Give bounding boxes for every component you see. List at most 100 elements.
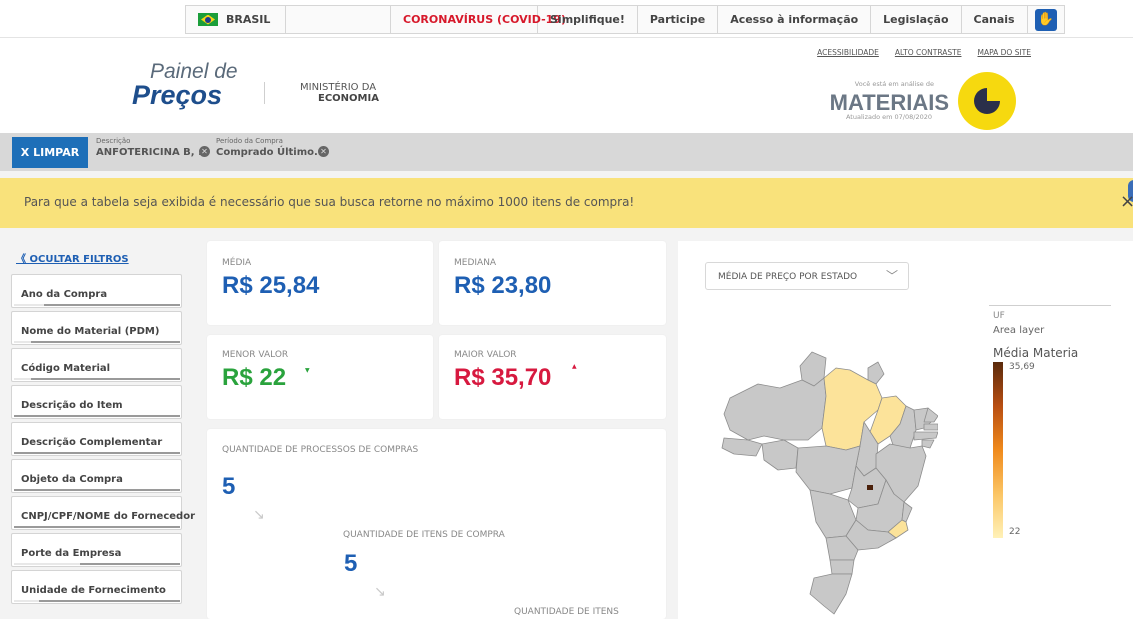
remove-chip-icon[interactable]: ✕ xyxy=(199,146,210,157)
filter-item-label: Descrição do Item xyxy=(21,400,123,411)
qty-processos-value: 5 xyxy=(222,473,236,500)
topbar-libras[interactable]: ✋ xyxy=(1028,6,1064,33)
state-ro xyxy=(761,439,799,471)
card-quantidades: QUANTIDADE DE PROCESSOS DE COMPRAS 5 ↘ Q… xyxy=(207,429,666,619)
legend-divider xyxy=(989,305,1111,306)
filter-scrollbar[interactable] xyxy=(14,526,180,528)
filter-scrollbar-gap xyxy=(14,563,80,565)
close-alert-icon[interactable]: × xyxy=(1120,191,1133,212)
filter-item-label: Nome do Material (PDM) xyxy=(21,326,160,337)
filter-item[interactable]: Descrição do Item xyxy=(11,385,182,419)
map-metric-value: MÉDIA DE PREÇO POR ESTADO xyxy=(718,272,858,282)
filter-scrollbar-gap xyxy=(14,378,31,380)
state-ac xyxy=(721,437,763,457)
logo-line2[interactable]: Preços xyxy=(132,80,222,111)
filter-item-label: Objeto da Compra xyxy=(21,474,123,485)
filter-chip-periodo: Período da Compra Comprado Último... ✕ xyxy=(216,137,336,167)
link-mapa-do-site[interactable]: MAPA DO SITE xyxy=(977,48,1031,57)
qty-third-label: QUANTIDADE DE ITENS xyxy=(514,607,619,617)
legend-min: 22 xyxy=(1009,527,1021,537)
filter-scrollbar[interactable] xyxy=(14,415,180,417)
filter-scrollbar[interactable] xyxy=(14,452,180,454)
filter-scrollbar-gap xyxy=(14,600,39,602)
filter-item[interactable]: Nome do Material (PDM) xyxy=(11,311,182,345)
gov-topbar: BRASIL CORONAVÍRUS (COVID-19) Simplifiqu… xyxy=(0,0,1133,38)
topbar-link-participe[interactable]: Participe xyxy=(638,6,719,33)
analysis-label: Você está em análise de xyxy=(854,80,934,88)
qty-itens-label: QUANTIDADE DE ITENS DE COMPRA xyxy=(343,530,505,540)
alert-banner: Para que a tabela seja exibida é necessá… xyxy=(0,178,1133,228)
filter-item[interactable]: Porte da Empresa xyxy=(11,533,182,567)
state-rs xyxy=(809,573,853,615)
remove-chip-icon[interactable]: ✕ xyxy=(318,146,329,157)
state-df xyxy=(867,485,873,490)
state-pe xyxy=(913,431,938,441)
double-chevron-left-icon: 《 xyxy=(16,254,30,265)
qty-itens-value: 5 xyxy=(344,550,358,577)
stat-label: MENOR VALOR xyxy=(222,350,289,360)
filter-item[interactable]: Ano da Compra xyxy=(11,274,182,308)
legend-title: Média Materia xyxy=(993,346,1079,360)
filter-scrollbar[interactable] xyxy=(14,378,180,380)
ministry-line2: ECONOMIA xyxy=(318,93,379,104)
card-mediana: MEDIANA R$ 23,80 xyxy=(439,241,666,325)
link-alto-contraste[interactable]: ALTO CONTRASTE xyxy=(895,48,962,57)
map-metric-select[interactable]: MÉDIA DE PREÇO POR ESTADO ﹀ xyxy=(705,262,909,290)
ministry-line1: MINISTÉRIO DA xyxy=(300,82,377,93)
topbar-menu: BRASIL CORONAVÍRUS (COVID-19) Simplifiqu… xyxy=(185,5,1065,34)
chip-label: Período da Compra xyxy=(216,137,283,145)
stat-value: R$ 25,84 xyxy=(222,272,320,299)
filter-scrollbar[interactable] xyxy=(14,489,180,491)
topbar-brasil-label: BRASIL xyxy=(226,13,271,26)
state-ap xyxy=(867,361,885,385)
topbar-link-legislacao[interactable]: Legislação xyxy=(871,6,962,33)
filter-item-label: Descrição Complementar xyxy=(21,437,163,448)
filter-item[interactable]: Objeto da Compra xyxy=(11,459,182,493)
filter-item[interactable]: Descrição Complementar xyxy=(11,422,182,456)
topbar-link-covid[interactable]: CORONAVÍRUS (COVID-19) xyxy=(391,6,566,33)
map-panel: MÉDIA DE PREÇO POR ESTADO ﹀ UF Area laye… xyxy=(678,241,1133,619)
legend-max: 35,69 xyxy=(1009,362,1035,372)
materials-badge xyxy=(958,72,1016,130)
stat-value: R$ 23,80 xyxy=(454,272,552,299)
topbar-brasil[interactable]: BRASIL xyxy=(186,6,286,33)
state-es xyxy=(901,501,913,523)
active-filters-bar: X LIMPAR Descrição ANFOTERICINA B, ... ✕… xyxy=(0,133,1133,171)
stat-value: R$ 22 xyxy=(222,364,287,391)
topbar-link-simplifique[interactable]: Simplifique! xyxy=(538,6,638,33)
stat-label: MEDIANA xyxy=(454,258,497,268)
filter-sidebar: 《 OCULTAR FILTROS Ano da Compra Nome do M… xyxy=(11,240,195,619)
chip-label: Descrição xyxy=(96,137,131,145)
arrow-down-right-icon: ↘ xyxy=(374,584,386,600)
filter-item-label: Unidade de Fornecimento xyxy=(21,585,166,596)
filter-item-label: Ano da Compra xyxy=(21,289,108,300)
filter-item[interactable]: Código Material xyxy=(11,348,182,382)
state-mt xyxy=(795,445,861,495)
filter-item-label: CNPJ/CPF/NOME do Fornecedor xyxy=(21,511,196,522)
clear-filters-button[interactable]: X LIMPAR xyxy=(12,137,88,168)
legend-uf: UF xyxy=(993,311,1005,321)
state-am xyxy=(723,377,827,441)
topbar-link-acesso[interactable]: Acesso à informação xyxy=(718,6,872,33)
pie-chart-icon xyxy=(974,88,1000,114)
state-pb xyxy=(923,423,938,431)
filter-scrollbar[interactable] xyxy=(14,341,180,343)
stat-label: MAIOR VALOR xyxy=(454,350,517,360)
filter-item[interactable]: CNPJ/CPF/NOME do Fornecedor xyxy=(11,496,195,530)
sign-language-icon: ✋ xyxy=(1034,8,1057,31)
updated-date: Atualizado em 07/08/2020 xyxy=(845,113,932,121)
header-links: ACESSIBILIDADE ALTO CONTRASTE MAPA DO SI… xyxy=(817,48,1031,57)
topbar-link-canais[interactable]: Canais xyxy=(962,6,1028,33)
qty-processos-label: QUANTIDADE DE PROCESSOS DE COMPRAS xyxy=(222,445,419,455)
state-al xyxy=(921,439,935,449)
legend-layer: Area layer xyxy=(993,325,1045,336)
filter-item-label: Código Material xyxy=(21,363,111,374)
hide-filters-label: OCULTAR FILTROS xyxy=(29,254,129,265)
brazil-map[interactable] xyxy=(718,344,938,619)
hide-filters-link[interactable]: 《 OCULTAR FILTROS xyxy=(16,250,129,265)
state-sc xyxy=(829,559,855,575)
filter-item[interactable]: Unidade de Fornecimento xyxy=(11,570,182,604)
filter-chip-descricao: Descrição ANFOTERICINA B, ... ✕ xyxy=(96,137,216,167)
link-acessibilidade[interactable]: ACESSIBILIDADE xyxy=(817,48,879,57)
chip-value: ANFOTERICINA B, ... xyxy=(96,147,210,158)
